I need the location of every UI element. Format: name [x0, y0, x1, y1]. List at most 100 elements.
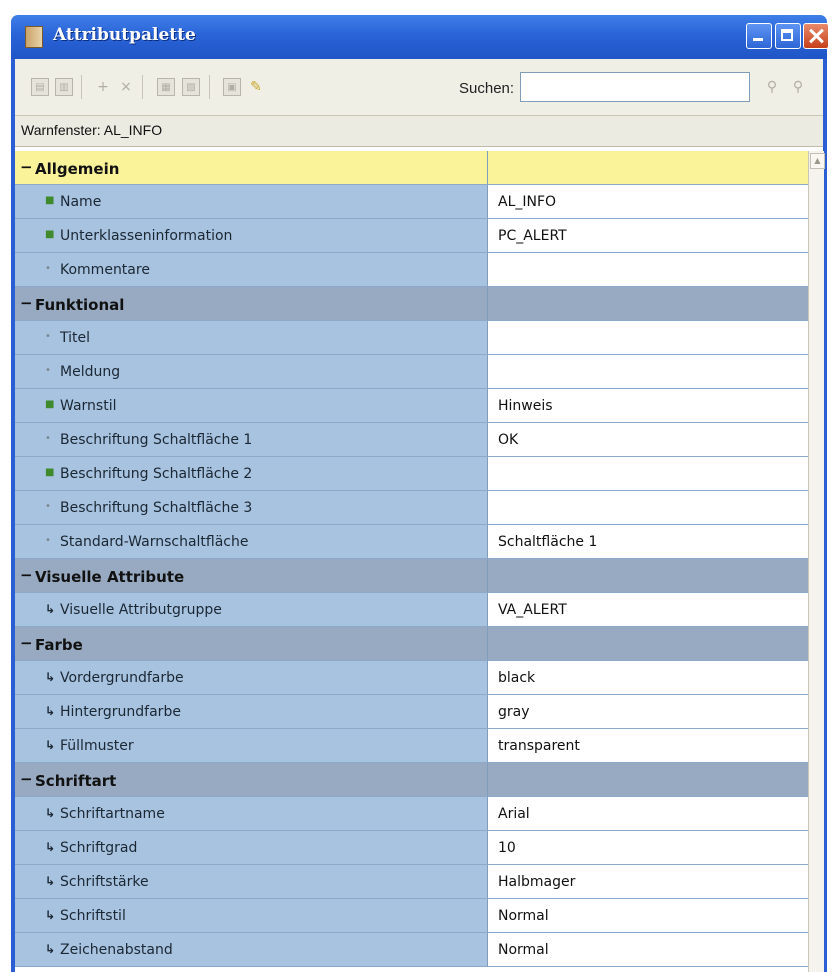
property-row[interactable]: • Beschriftung Schaltfläche 1 OK — [15, 423, 808, 457]
property-value[interactable]: Normal — [498, 942, 549, 958]
property-name-cell[interactable]: − Farbe — [15, 627, 488, 660]
property-name-cell[interactable]: ↳ Schriftgrad — [15, 831, 488, 864]
property-row[interactable]: • Titel — [15, 321, 808, 355]
minimize-button[interactable] — [746, 23, 772, 49]
property-row[interactable]: ■ Beschriftung Schaltfläche 2 — [15, 457, 808, 491]
property-row[interactable]: ↳ Zeichenabstand Normal — [15, 933, 808, 967]
property-name-cell[interactable]: • Kommentare — [15, 253, 488, 286]
search-forward-icon[interactable]: ⚲ — [763, 78, 781, 96]
property-value-cell[interactable] — [488, 253, 808, 286]
add-property-icon[interactable]: + — [94, 78, 112, 96]
property-group-row[interactable]: − Funktional — [15, 287, 808, 321]
collapse-group-icon[interactable]: − — [20, 568, 33, 583]
copy-properties-icon[interactable]: ▤ — [31, 78, 49, 96]
property-value-cell[interactable]: black — [488, 661, 808, 694]
property-value[interactable]: OK — [498, 432, 518, 448]
property-value[interactable]: PC_ALERT — [498, 228, 567, 244]
window-titlebar[interactable]: Attributpalette — [11, 15, 829, 59]
property-value-cell[interactable] — [488, 355, 808, 388]
property-row[interactable]: ■ Unterklasseninformation PC_ALERT — [15, 219, 808, 253]
property-group-row[interactable]: − Farbe — [15, 627, 808, 661]
collapse-group-icon[interactable]: − — [20, 636, 33, 651]
delete-property-icon[interactable]: × — [117, 78, 135, 96]
property-row[interactable]: • Kommentare — [15, 253, 808, 287]
property-name-cell[interactable]: ■ Warnstil — [15, 389, 488, 422]
collapse-group-icon[interactable]: − — [20, 160, 33, 175]
close-button[interactable] — [803, 23, 829, 49]
property-value-cell[interactable]: Normal — [488, 933, 808, 966]
property-row[interactable]: • Meldung — [15, 355, 808, 389]
property-row[interactable]: • Beschriftung Schaltfläche 3 — [15, 491, 808, 525]
property-value[interactable]: gray — [498, 704, 530, 720]
property-name-cell[interactable]: ■ Unterklasseninformation — [15, 219, 488, 252]
property-name-cell[interactable]: − Funktional — [15, 287, 488, 320]
property-name-cell[interactable]: • Titel — [15, 321, 488, 354]
property-value[interactable]: Hinweis — [498, 398, 553, 414]
property-group-row[interactable]: − Allgemein — [15, 151, 808, 185]
property-name-cell[interactable]: • Meldung — [15, 355, 488, 388]
property-value-cell[interactable] — [488, 321, 808, 354]
property-value-cell[interactable]: Normal — [488, 899, 808, 932]
property-row[interactable]: ↳ Schriftstärke Halbmager — [15, 865, 808, 899]
property-name-cell[interactable]: • Beschriftung Schaltfläche 1 — [15, 423, 488, 456]
property-row[interactable]: ↳ Schriftgrad 10 — [15, 831, 808, 865]
property-name-cell[interactable]: ↳ Zeichenabstand — [15, 933, 488, 966]
intersection-icon[interactable]: ▧ — [182, 78, 200, 96]
property-value-cell[interactable]: VA_ALERT — [488, 593, 808, 626]
paste-properties-icon[interactable]: ▥ — [55, 78, 73, 96]
property-name-cell[interactable]: ↳ Schriftartname — [15, 797, 488, 830]
property-value[interactable]: 10 — [498, 840, 516, 856]
property-row[interactable]: ↳ Schriftartname Arial — [15, 797, 808, 831]
union-icon[interactable]: ▦ — [157, 78, 175, 96]
pin-icon[interactable]: ✎ — [247, 78, 265, 96]
maximize-button[interactable] — [775, 23, 801, 49]
property-name-cell[interactable]: − Visuelle Attribute — [15, 559, 488, 592]
property-value-cell[interactable]: Hinweis — [488, 389, 808, 422]
vertical-scrollbar[interactable]: ▲ — [808, 151, 825, 972]
property-row[interactable]: • Standard-Warnschaltfläche Schaltfläche 1 — [15, 525, 808, 559]
property-value-cell[interactable]: 10 — [488, 831, 808, 864]
search-input[interactable] — [520, 72, 750, 102]
property-name-cell[interactable]: ↳ Füllmuster — [15, 729, 488, 762]
property-name-cell[interactable]: ↳ Visuelle Attributgruppe — [15, 593, 488, 626]
collapse-group-icon[interactable]: − — [20, 296, 33, 311]
collapse-group-icon[interactable]: − — [20, 772, 33, 787]
property-value-cell[interactable]: Arial — [488, 797, 808, 830]
property-class-icon[interactable]: ▣ — [223, 78, 241, 96]
property-value-cell[interactable]: Halbmager — [488, 865, 808, 898]
property-value-cell[interactable]: PC_ALERT — [488, 219, 808, 252]
property-value[interactable]: Schaltfläche 1 — [498, 534, 597, 550]
property-name-cell[interactable]: ↳ Schriftstil — [15, 899, 488, 932]
property-value[interactable]: Arial — [498, 806, 530, 822]
property-value-cell[interactable]: OK — [488, 423, 808, 456]
property-name-cell[interactable]: ■ Beschriftung Schaltfläche 2 — [15, 457, 488, 490]
property-name-cell[interactable]: − Schriftart — [15, 763, 488, 796]
property-name-cell[interactable]: • Standard-Warnschaltfläche — [15, 525, 488, 558]
scroll-up-icon[interactable]: ▲ — [810, 153, 825, 169]
property-value-cell[interactable]: Schaltfläche 1 — [488, 525, 808, 558]
property-name-cell[interactable]: ■ Name — [15, 185, 488, 218]
property-value[interactable]: Normal — [498, 908, 549, 924]
property-row[interactable]: ■ Warnstil Hinweis — [15, 389, 808, 423]
property-value-cell[interactable]: gray — [488, 695, 808, 728]
property-value-cell[interactable]: transparent — [488, 729, 808, 762]
property-value[interactable]: black — [498, 670, 535, 686]
property-row[interactable]: ■ Name AL_INFO — [15, 185, 808, 219]
property-name-cell[interactable]: ↳ Vordergrundfarbe — [15, 661, 488, 694]
property-group-row[interactable]: − Visuelle Attribute — [15, 559, 808, 593]
property-name-cell[interactable]: ↳ Schriftstärke — [15, 865, 488, 898]
property-value[interactable]: VA_ALERT — [498, 602, 567, 618]
property-group-row[interactable]: − Schriftart — [15, 763, 808, 797]
property-name-cell[interactable]: − Allgemein — [15, 151, 488, 184]
property-value-cell[interactable] — [488, 491, 808, 524]
property-value[interactable]: transparent — [498, 738, 580, 754]
property-row[interactable]: ↳ Visuelle Attributgruppe VA_ALERT — [15, 593, 808, 627]
search-backward-icon[interactable]: ⚲ — [789, 78, 807, 96]
property-value[interactable]: AL_INFO — [498, 194, 556, 210]
property-row[interactable]: ↳ Füllmuster transparent — [15, 729, 808, 763]
property-value[interactable]: Halbmager — [498, 874, 575, 890]
property-value-cell[interactable]: AL_INFO — [488, 185, 808, 218]
property-name-cell[interactable]: • Beschriftung Schaltfläche 3 — [15, 491, 488, 524]
property-name-cell[interactable]: ↳ Hintergrundfarbe — [15, 695, 488, 728]
property-row[interactable]: ↳ Schriftstil Normal — [15, 899, 808, 933]
